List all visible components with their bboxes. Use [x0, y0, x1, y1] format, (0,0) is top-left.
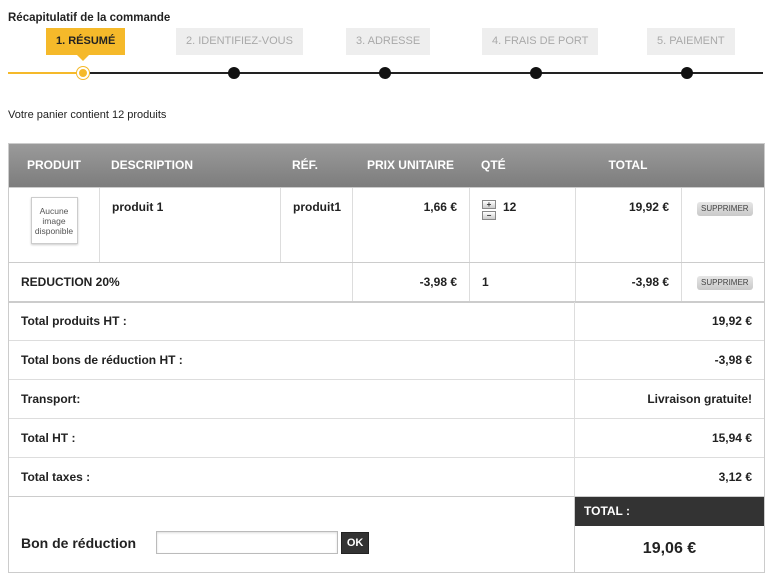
progress-line-done [8, 72, 83, 74]
summary-label: Total taxes : [9, 458, 575, 496]
step-dot-address [379, 67, 391, 79]
product-qty: 12 [503, 200, 517, 214]
product-delete-cell: Supprimer [681, 188, 764, 262]
step-payment[interactable]: 5. Paiement [647, 28, 735, 55]
discount-total: -3,98 € [575, 263, 681, 302]
page-title: Récapitulatif de la commande [8, 12, 171, 24]
header-product: Produit [27, 158, 81, 172]
step-shipping[interactable]: 4. Frais de port [482, 28, 599, 55]
step-address[interactable]: 3. Adresse [346, 28, 431, 55]
delete-product-button[interactable]: Supprimer [697, 202, 753, 216]
summary-label: Total produits HT : [9, 302, 575, 340]
grand-total-value: 19,06 € [642, 540, 697, 557]
discount-unit-price: -3,98 € [352, 263, 469, 302]
progress-line [83, 72, 763, 74]
header-actions [681, 144, 764, 187]
summary-value: Livraison gratuite! [647, 392, 752, 406]
no-image-placeholder[interactable]: Aucune image disponible [30, 197, 78, 244]
voucher-input[interactable] [156, 531, 339, 554]
product-ref: produit1 [280, 188, 352, 262]
summary-label: Total bons de réduction HT : [9, 341, 575, 379]
delete-discount-button[interactable]: Supprimer [697, 275, 753, 290]
header-description: Description [111, 158, 194, 172]
header-qty: Qté [481, 158, 506, 172]
summary-value: 3,12 € [718, 470, 752, 484]
step-summary[interactable]: 1. Résumé [46, 28, 126, 55]
cart-table-header: Produit Description Réf. Prix unitaire Q… [9, 144, 764, 187]
header-total: Total [608, 158, 648, 172]
final-row: Bon de réduction OK TOTAL : 19,06 € [9, 496, 764, 572]
summary-row: Transport: Livraison gratuite! [9, 379, 764, 418]
discount-qty: 1 [469, 263, 575, 302]
product-name[interactable]: produit 1 [99, 188, 280, 262]
step-dot-summary [77, 67, 89, 79]
summary-label: Total HT : [9, 419, 575, 457]
summary-row: Total HT : 15,94 € [9, 418, 764, 457]
checkout-steps: 1. Résumé 2. Identifiez-vous 3. Adresse … [0, 28, 770, 80]
step-dot-identify [228, 67, 240, 79]
qty-decrease-button[interactable]: − [482, 211, 496, 220]
qty-increase-button[interactable]: + [482, 200, 496, 209]
summary-row: Total produits HT : 19,92 € [9, 301, 764, 340]
cart-count: Votre panier contient 12 produits [8, 109, 167, 121]
header-ref: Réf. [292, 158, 319, 172]
product-qty-cell: + − 12 [469, 188, 575, 262]
summary-label: Transport: [9, 380, 575, 418]
step-identify[interactable]: 2. Identifiez-vous [176, 28, 303, 55]
voucher-label: Bon de réduction [21, 534, 137, 551]
voucher-ok-button[interactable]: OK [341, 531, 370, 554]
summary-value: 19,92 € [711, 314, 752, 328]
header-unit-price: Prix unitaire [366, 158, 455, 172]
grand-total-box: TOTAL : 19,06 € [575, 497, 764, 572]
product-image-cell: Aucune image disponible [9, 188, 99, 262]
cart-table: Produit Description Réf. Prix unitaire Q… [8, 143, 765, 303]
product-total: 19,92 € [575, 188, 681, 262]
order-summary: Total produits HT : 19,92 € Total bons d… [8, 301, 765, 573]
step-dot-payment [681, 67, 693, 79]
summary-row: Total bons de réduction HT : -3,98 € [9, 340, 764, 379]
discount-delete-cell: Supprimer [681, 263, 764, 302]
summary-value: -3,98 € [714, 353, 752, 367]
discount-label: REDUCTION 20% [21, 275, 120, 289]
grand-total-label: TOTAL : [575, 497, 764, 526]
voucher-section: Bon de réduction OK [9, 497, 575, 572]
step-arrow [77, 55, 89, 61]
step-dot-shipping [530, 67, 542, 79]
table-row: REDUCTION 20% -3,98 € 1 -3,98 € Supprime… [9, 262, 764, 302]
summary-value: 15,94 € [711, 431, 752, 445]
summary-row: Total taxes : 3,12 € [9, 457, 764, 496]
product-unit-price: 1,66 € [352, 188, 469, 262]
table-row: Aucune image disponible produit 1 produi… [9, 187, 764, 262]
